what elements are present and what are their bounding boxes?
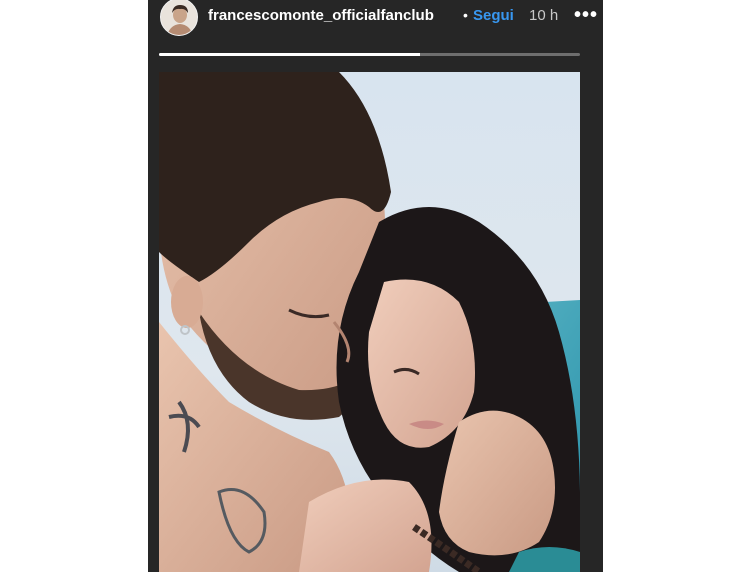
more-options-icon[interactable]: ••• — [574, 4, 598, 27]
avatar-image — [161, 0, 197, 35]
story-progress-bar — [159, 53, 580, 56]
separator-dot: • — [463, 7, 468, 23]
follow-button[interactable]: Segui — [473, 7, 514, 24]
story-progress-fill — [159, 53, 421, 56]
story-photo[interactable] — [159, 72, 580, 572]
story-header: francescomonte_officialfanclub • Segui 1… — [160, 0, 603, 40]
story-viewer: francescomonte_officialfanclub • Segui 1… — [148, 0, 603, 572]
timestamp: 10 h — [529, 7, 559, 24]
username[interactable]: francescomonte_officialfanclub — [208, 7, 434, 24]
couple-embrace-photo — [159, 72, 580, 572]
avatar[interactable] — [160, 0, 198, 36]
